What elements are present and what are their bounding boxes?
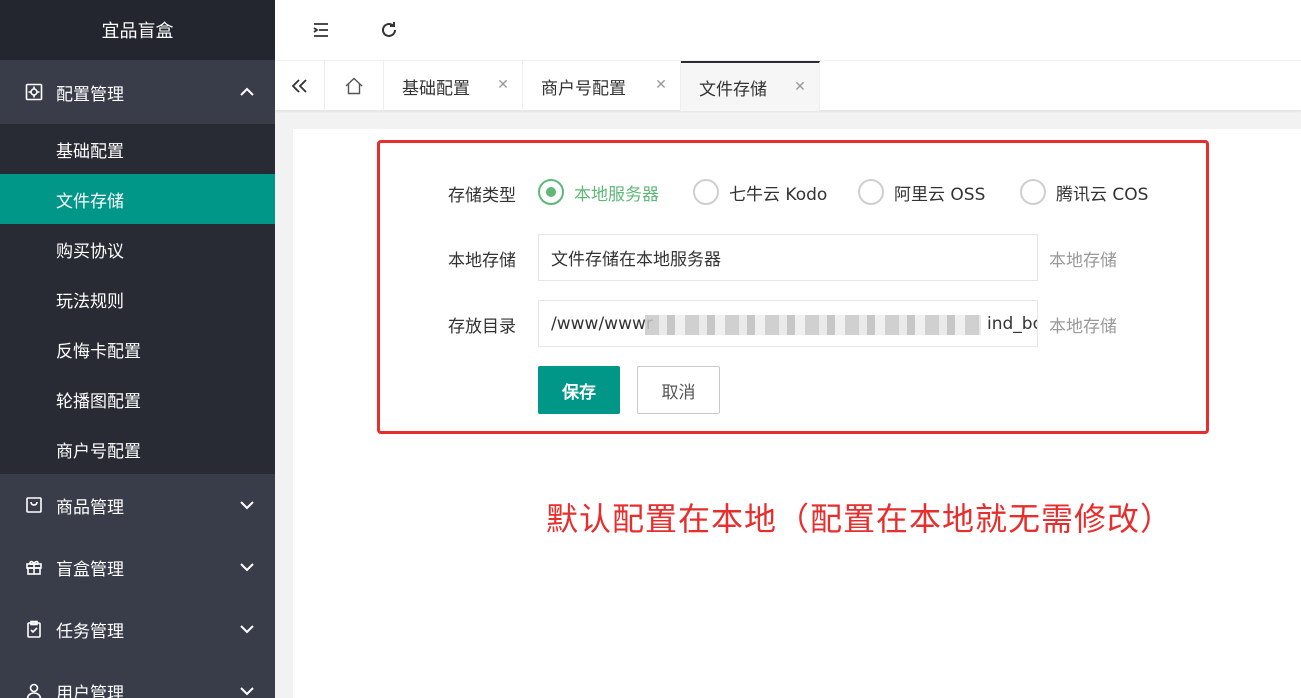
nav-user-label: 用户管理	[56, 683, 124, 698]
tabs-scroll-left-icon[interactable]	[275, 61, 325, 111]
tab-bar: 基础配置 ✕ 商户号配置 ✕ 文件存储 ✕	[275, 61, 1301, 111]
config-submenu: 基础配置 文件存储 购买协议 玩法规则 反悔卡配置 轮播图配置 商户号配置	[0, 124, 275, 474]
nav-task-label: 任务管理	[56, 621, 124, 642]
sidebar: 宜品盲盒 配置管理 基础配置 文件存储 购买协议 玩法规则 反悔卡配置 轮播图配…	[0, 0, 275, 698]
chevron-down-icon	[235, 624, 259, 634]
close-icon[interactable]: ✕	[654, 78, 668, 92]
nav-user-header[interactable]: 用户管理	[0, 660, 275, 698]
close-icon[interactable]: ✕	[496, 78, 510, 92]
tab-label: 基础配置	[402, 78, 470, 99]
nav-group-config: 配置管理 基础配置 文件存储 购买协议 玩法规则 反悔卡配置 轮播图配置 商户号…	[0, 60, 275, 474]
nav-config-header[interactable]: 配置管理	[0, 60, 275, 124]
tab-basic-config[interactable]: 基础配置 ✕	[384, 61, 523, 111]
sidebar-item-merchant[interactable]: 商户号配置	[0, 424, 275, 474]
sidebar-item-basic-config[interactable]: 基础配置	[0, 124, 275, 174]
shopping-bag-icon	[24, 495, 44, 515]
tab-file-storage[interactable]: 文件存储 ✕	[681, 61, 820, 111]
nav-goods-header[interactable]: 商品管理	[0, 474, 275, 536]
tab-label: 文件存储	[699, 79, 767, 100]
tab-label: 商户号配置	[541, 78, 626, 99]
chevron-down-icon	[235, 686, 259, 696]
nav-blindbox-header[interactable]: 盲盒管理	[0, 536, 275, 598]
sidebar-item-file-storage[interactable]: 文件存储	[0, 174, 275, 224]
annotation-note: 默认配置在本地（配置在本地就无需修改）	[546, 500, 1174, 538]
nav-task-header[interactable]: 任务管理	[0, 598, 275, 660]
home-icon[interactable]	[325, 61, 384, 111]
settings-gear-icon	[24, 82, 44, 102]
topbar	[275, 0, 1301, 61]
user-icon	[24, 681, 44, 698]
clipboard-check-icon	[24, 619, 44, 639]
nav-config-label: 配置管理	[56, 84, 124, 105]
sidebar-item-regret-card[interactable]: 反悔卡配置	[0, 324, 275, 374]
sidebar-item-game-rules[interactable]: 玩法规则	[0, 274, 275, 324]
chevron-down-icon	[235, 500, 259, 510]
chevron-up-icon	[235, 87, 259, 97]
collapse-menu-icon[interactable]	[309, 18, 333, 42]
refresh-icon[interactable]	[377, 18, 401, 42]
sidebar-item-purchase-agreement[interactable]: 购买协议	[0, 224, 275, 274]
sidebar-item-carousel[interactable]: 轮播图配置	[0, 374, 275, 424]
nav-goods-label: 商品管理	[56, 497, 124, 518]
tab-merchant-config[interactable]: 商户号配置 ✕	[523, 61, 681, 111]
close-icon[interactable]: ✕	[793, 80, 807, 94]
gift-icon	[24, 557, 44, 577]
nav-blindbox-label: 盲盒管理	[56, 559, 124, 580]
app-title: 宜品盲盒	[0, 0, 275, 60]
chevron-down-icon	[235, 562, 259, 572]
highlight-box	[377, 140, 1209, 434]
